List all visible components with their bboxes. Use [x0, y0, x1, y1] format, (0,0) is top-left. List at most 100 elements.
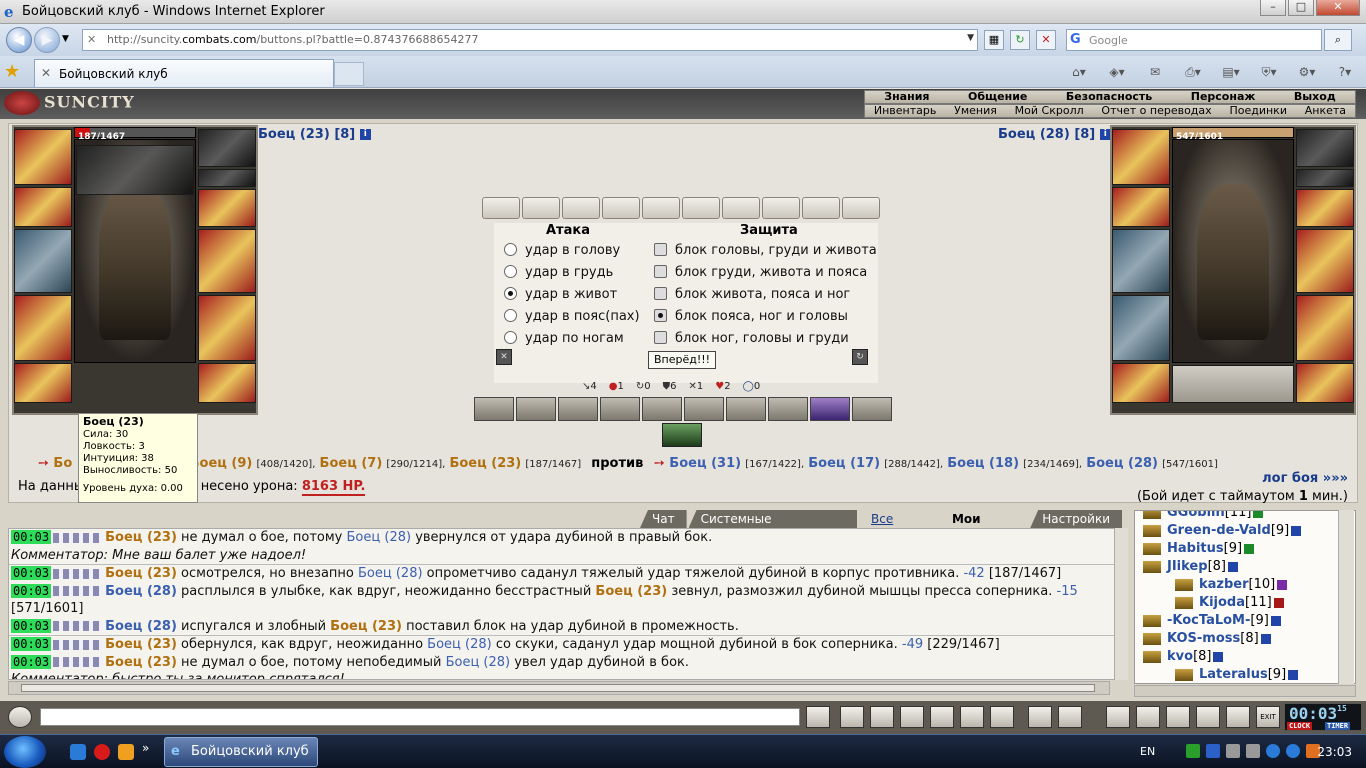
defense-option[interactable]: блок головы, груди и живота — [654, 243, 877, 258]
gloves-slot[interactable] — [198, 189, 256, 227]
scroll-slot[interactable] — [602, 197, 640, 219]
minimize-button[interactable]: – — [1260, 0, 1286, 16]
earrings-slot[interactable] — [198, 129, 256, 167]
scroll-slot[interactable] — [682, 197, 720, 219]
trick-slot[interactable] — [600, 397, 640, 421]
pants-slot[interactable] — [1296, 295, 1354, 361]
action-4-icon[interactable] — [1196, 706, 1220, 728]
tray-icon-2[interactable] — [1206, 744, 1220, 758]
fighter-link[interactable]: Боец (28) — [105, 584, 177, 599]
user-info-icon[interactable] — [1253, 511, 1264, 518]
trick-slot[interactable] — [558, 397, 598, 421]
gloves-slot[interactable] — [1296, 189, 1354, 227]
trick-slot[interactable] — [810, 397, 850, 421]
right-fighter-avatar[interactable] — [1172, 139, 1294, 363]
fighter-link[interactable]: Боец (28) — [446, 655, 511, 670]
weapon-slot[interactable] — [1112, 229, 1170, 293]
trick-slot[interactable] — [852, 397, 892, 421]
user-row[interactable]: kazber[10] — [1175, 577, 1288, 592]
help-icon[interactable]: ?▾ — [1328, 62, 1362, 82]
belt-slot[interactable] — [14, 363, 72, 403]
user-row[interactable]: Lateralus[9] — [1175, 667, 1299, 682]
new-tab-button[interactable] — [334, 62, 364, 86]
user-row[interactable]: Green-de-Vald[9] — [1143, 523, 1302, 538]
user-row[interactable]: KOS-moss[8] — [1143, 631, 1271, 646]
start-button[interactable] — [4, 736, 46, 768]
user-info-icon[interactable] — [1227, 561, 1238, 572]
fighter-link[interactable]: -15 — [1057, 584, 1078, 599]
network-icon[interactable] — [1226, 744, 1240, 758]
fighter-link[interactable]: Боец (28) — [347, 530, 412, 545]
radio-button[interactable] — [504, 243, 517, 256]
fighter-link[interactable]: -49 — [902, 637, 923, 652]
user-info-icon[interactable] — [1270, 615, 1281, 626]
user-row[interactable]: JIikep[8] — [1143, 559, 1238, 574]
fighter-link[interactable]: Боец (28) — [1086, 456, 1158, 471]
radio-button[interactable] — [654, 309, 667, 322]
url-dropdown-icon[interactable]: ▼ — [967, 33, 974, 43]
fighter-link[interactable]: Боец (23) — [105, 566, 177, 581]
action-2-icon[interactable] — [1136, 706, 1160, 728]
scroll-slot[interactable] — [642, 197, 680, 219]
forward-button[interactable]: ▶ — [34, 27, 60, 53]
earrings-slot[interactable] — [1296, 129, 1354, 167]
armor-slot[interactable] — [1112, 295, 1170, 361]
close-button[interactable]: ✕ — [1316, 0, 1360, 16]
fighter-link[interactable]: Боец (23) — [105, 655, 177, 670]
page-menu-icon[interactable]: ▤▾ — [1214, 62, 1248, 82]
defense-option[interactable]: блок пояса, ног и головы — [654, 309, 848, 324]
fighter-link[interactable]: Боец (17) — [808, 456, 880, 471]
user-info-icon[interactable] — [1244, 543, 1255, 554]
rings-slot[interactable] — [1296, 169, 1354, 187]
radio-button[interactable] — [504, 265, 517, 278]
language-indicator[interactable]: EN — [1140, 745, 1155, 758]
scroll-slot[interactable] — [842, 197, 880, 219]
trick-slot[interactable] — [726, 397, 766, 421]
helmet-slot[interactable] — [1112, 129, 1170, 185]
fighter-link[interactable]: Боец (18) — [947, 456, 1019, 471]
safety-icon[interactable]: ⛨▾ — [1252, 62, 1286, 82]
smile-head-icon[interactable] — [8, 706, 32, 728]
fighter-link[interactable]: Боец (23) — [105, 530, 177, 545]
attack-option[interactable]: удар в голову — [504, 243, 620, 258]
scroll-slot[interactable] — [762, 197, 800, 219]
fighter-link[interactable]: Боец (31) — [669, 456, 741, 471]
trick-slot[interactable] — [474, 397, 514, 421]
menu-item[interactable]: Мой Скролл — [1015, 105, 1084, 117]
tray-icon-5[interactable] — [1266, 744, 1280, 758]
scroll-slot[interactable] — [802, 197, 840, 219]
fighter-link[interactable]: Боец (28) — [427, 637, 492, 652]
url-field[interactable]: ✕ http://suncity.combats.com/buttons.pl?… — [82, 29, 978, 51]
left-fighter-name[interactable]: Боец (23) [8] i — [258, 127, 371, 142]
fighter-link[interactable]: Боец (23) — [595, 584, 667, 599]
info-icon[interactable]: i — [359, 129, 371, 140]
attack-option[interactable]: удар по ногам — [504, 331, 624, 346]
menu-item[interactable]: Общение — [968, 91, 1027, 103]
fighter-link[interactable]: Боец (23) — [330, 619, 402, 634]
radio-button[interactable] — [654, 331, 667, 344]
trick-slot[interactable] — [662, 423, 702, 447]
users-vertical-scrollbar[interactable] — [1338, 510, 1354, 684]
home-icon[interactable]: ⌂▾ — [1062, 62, 1096, 82]
favorites-star-icon[interactable]: ★ — [4, 61, 20, 82]
bracers-slot[interactable] — [14, 187, 72, 227]
scroll-slot[interactable] — [482, 197, 520, 219]
ie-quicklaunch-icon[interactable] — [70, 744, 86, 760]
print-icon[interactable]: ⎙▾ — [1176, 62, 1210, 82]
fighter-link[interactable]: Боец (28) — [105, 619, 177, 634]
search-input[interactable]: G Google — [1066, 29, 1322, 51]
menu-item[interactable]: Выход — [1294, 91, 1336, 103]
chat-input[interactable] — [40, 708, 800, 726]
radio-button[interactable] — [654, 265, 667, 278]
menu-item[interactable]: Анкета — [1305, 105, 1346, 117]
attack-option[interactable]: удар в живот — [504, 287, 617, 302]
maximize-button[interactable]: □ — [1288, 0, 1314, 16]
user-row[interactable]: kvo[8] — [1143, 649, 1224, 664]
weapon-slot[interactable] — [14, 229, 72, 293]
log-horizontal-scrollbar[interactable] — [8, 681, 1110, 695]
search-button[interactable]: ⌕ — [1324, 29, 1352, 51]
aimp-icon[interactable] — [118, 744, 134, 760]
browser-tab[interactable]: ✕ Бойцовский клуб — [34, 59, 334, 87]
defense-option[interactable]: блок ног, головы и груди — [654, 331, 849, 346]
radio-button[interactable] — [504, 309, 517, 322]
